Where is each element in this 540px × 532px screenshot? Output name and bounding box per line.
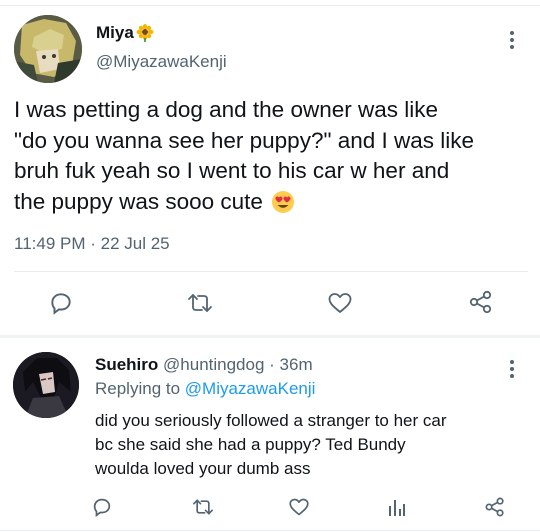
heart-eyes-emoji-icon bbox=[271, 190, 295, 214]
reply-text: did you seriously followed a stranger to… bbox=[95, 409, 535, 481]
sunflower-icon bbox=[136, 24, 154, 42]
tweet-text-line: I was petting a dog and the owner was li… bbox=[14, 97, 439, 122]
reply-more-options-icon[interactable] bbox=[509, 360, 515, 381]
bottom-divider bbox=[0, 530, 540, 531]
reply-author-handle[interactable]: @huntingdog bbox=[163, 355, 264, 374]
avatar[interactable] bbox=[14, 15, 82, 83]
author-name[interactable]: Miya bbox=[96, 23, 134, 43]
replying-to-line: Replying to @MiyazawaKenji bbox=[95, 379, 315, 399]
reply-icon[interactable] bbox=[48, 290, 74, 316]
tweet-text-line: bruh fuk yeah so I went to his car w her… bbox=[14, 158, 450, 183]
reply-retweet-icon[interactable] bbox=[191, 497, 215, 517]
replying-to-label: Replying to bbox=[95, 379, 185, 398]
divider bbox=[14, 271, 528, 272]
tweet-text: I was petting a dog and the owner was li… bbox=[14, 95, 534, 217]
reply-reply-icon[interactable] bbox=[91, 496, 113, 518]
more-options-icon[interactable] bbox=[509, 31, 515, 52]
tweet-timestamp[interactable]: 11:49 PM · 22 Jul 25 bbox=[14, 234, 170, 254]
reply-text-line: did you seriously followed a stranger to… bbox=[95, 411, 447, 430]
top-divider bbox=[0, 5, 540, 6]
reply-share-icon[interactable] bbox=[484, 496, 506, 518]
author-handle[interactable]: @MiyazawaKenji bbox=[96, 52, 227, 72]
author-name-row: Miya bbox=[96, 22, 154, 44]
reply-time[interactable]: · 36m bbox=[269, 355, 312, 374]
tweet-text-line: "do you wanna see her puppy?" and I was … bbox=[14, 127, 475, 153]
share-icon[interactable] bbox=[468, 289, 494, 315]
section-separator bbox=[0, 335, 540, 338]
reply-header: Suehiro @huntingdog · 36m bbox=[95, 355, 313, 375]
like-icon[interactable] bbox=[327, 291, 353, 315]
tweet-text-line: the puppy was sooo cute bbox=[14, 188, 263, 214]
reply-avatar[interactable] bbox=[13, 352, 79, 418]
retweet-icon[interactable] bbox=[186, 291, 214, 315]
replying-to-link[interactable]: @MiyazawaKenji bbox=[185, 379, 316, 398]
reply-text-line: bc she said she had a puppy? Ted Bundy bbox=[95, 435, 406, 454]
reply-author-name[interactable]: Suehiro bbox=[95, 355, 158, 374]
analytics-icon[interactable] bbox=[388, 497, 406, 517]
reply-text-line: woulda loved your dumb ass bbox=[95, 459, 311, 478]
reply-like-icon[interactable] bbox=[288, 497, 310, 517]
